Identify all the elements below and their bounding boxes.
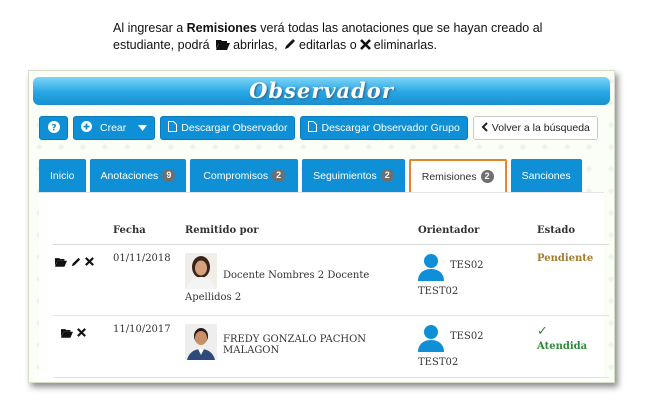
tab-label: Sanciones [521, 169, 571, 182]
descargar-observador-label: Descargar Observador [181, 122, 288, 134]
descargar-grupo-button[interactable]: Descargar Observador Grupo [300, 116, 468, 140]
plus-circle-icon [81, 121, 92, 135]
crear-label: Crear [100, 122, 127, 134]
crear-button[interactable]: Crear [73, 116, 156, 140]
user-icon [418, 253, 444, 284]
remitido-cell: Docente Nombres 2 Docente Apellidos 2 [185, 253, 414, 309]
svg-text:?: ? [51, 123, 56, 133]
table-row: 11/10/2017 FREDY GONZALO PACHON MALAGON [53, 315, 609, 378]
instruction-caption: Al ingresar a Remisiones verá todas las … [113, 20, 583, 55]
banner-title: Observador [249, 78, 394, 103]
status-badge: Atendida [537, 341, 588, 352]
folder-open-icon [216, 38, 231, 55]
count-badge: 2 [272, 169, 286, 182]
folder-open-icon[interactable] [55, 257, 67, 270]
folder-open-icon[interactable] [61, 328, 73, 341]
fecha-cell: 11/10/2017 [111, 315, 183, 378]
estado-header: Estado [535, 221, 609, 245]
question-icon: ? [47, 120, 60, 136]
orientador-cell: TES02 [418, 253, 533, 284]
actions-header [53, 221, 111, 245]
volver-label: Volver a la búsqueda [491, 122, 590, 134]
avatar [185, 324, 217, 363]
remitido-cell: FREDY GONZALO PACHON MALAGON [185, 324, 414, 363]
pencil-icon[interactable] [71, 257, 81, 270]
tab-label: Anotaciones [100, 169, 159, 182]
orientador-cell: TES02 [418, 324, 533, 355]
close-icon[interactable] [85, 257, 94, 270]
tab-remisiones[interactable]: Remisiones 2 [408, 159, 507, 192]
count-badge: 2 [380, 169, 394, 182]
orientador-user: TEST02 [418, 286, 459, 297]
tab-seguimientos[interactable]: Seguimientos 2 [302, 159, 405, 192]
fecha-header: Fecha [111, 221, 183, 245]
observador-banner: Observador [33, 77, 610, 105]
orientador-header: Orientador [416, 221, 535, 245]
status-badge: Pendiente [537, 253, 594, 264]
caption-edit-text: editarlas o [299, 38, 357, 52]
check-icon: ✓ [537, 324, 548, 339]
toolbar: ? Crear Descargar Observador Descargar O… [39, 116, 598, 140]
caption-text: Al ingresar a [113, 21, 187, 35]
help-button[interactable]: ? [39, 116, 68, 140]
tab-anotaciones[interactable]: Anotaciones 9 [89, 159, 187, 192]
tab-compromisos[interactable]: Compromisos 2 [190, 159, 299, 192]
tab-inicio[interactable]: Inicio [39, 159, 86, 192]
caption-bold-remisiones: Remisiones [186, 21, 257, 35]
caption-open-text: abrirlas, [233, 38, 278, 52]
observador-screenshot: Observador ? Crear Descargar Observador … [28, 70, 615, 383]
orientador-code: TES02 [450, 260, 484, 271]
table-header-row: Fecha Remitido por Orientador Estado [53, 221, 609, 245]
tab-label: Remisiones [421, 170, 477, 183]
tab-label: Compromisos [203, 169, 269, 182]
descargar-grupo-label: Descargar Observador Grupo [321, 122, 460, 134]
close-icon[interactable] [77, 328, 86, 341]
volver-busqueda-button[interactable]: Volver a la búsqueda [472, 116, 598, 140]
close-icon [359, 38, 371, 55]
count-badge: 9 [162, 169, 176, 182]
fecha-cell: 01/11/2018 [111, 244, 183, 316]
caret-down-icon [138, 122, 148, 134]
chevron-left-icon [481, 121, 488, 135]
tab-label: Inicio [50, 169, 75, 182]
orientador-code: TES02 [450, 331, 484, 342]
user-icon [418, 324, 444, 355]
pencil-icon [284, 38, 296, 55]
tab-sanciones[interactable]: Sanciones [510, 159, 582, 192]
remitido-name: Docente Nombres 2 Docente Apellidos 2 [185, 270, 370, 303]
table-row: 01/11/2018 Docente Nombres 2 Docente Ape… [53, 244, 609, 316]
remisiones-panel: Fecha Remitido por Orientador Estado 01/… [39, 192, 609, 382]
remitido-header: Remitido por [183, 221, 416, 245]
caption-delete-text: eliminarlas. [373, 38, 437, 52]
remitido-name: FREDY GONZALO PACHON MALAGON [223, 334, 367, 356]
remisiones-table: Fecha Remitido por Orientador Estado 01/… [53, 221, 609, 378]
descargar-observador-button[interactable]: Descargar Observador [160, 116, 296, 140]
count-badge: 2 [480, 170, 494, 183]
tab-bar: Inicio Anotaciones 9 Compromisos 2 Segui… [39, 159, 582, 192]
pdf-file-icon [168, 121, 178, 135]
tab-label: Seguimientos [313, 169, 377, 182]
pdf-file-icon [308, 121, 318, 135]
orientador-user: TEST02 [418, 357, 459, 368]
